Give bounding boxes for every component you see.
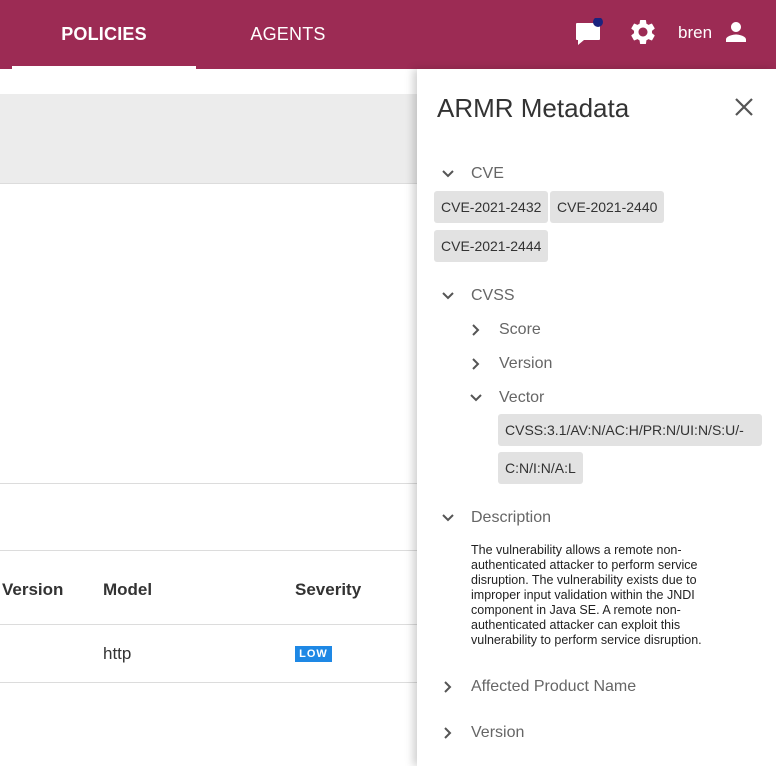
chevron-right-icon: [444, 727, 452, 739]
chevron-down-icon: [442, 170, 454, 178]
metadata-panel: ARMR Metadata CVE CVE-2021-2432 CVE-2021…: [417, 69, 776, 766]
chat-icon[interactable]: [574, 17, 604, 48]
user-icon[interactable]: [721, 17, 751, 47]
cve-chip[interactable]: CVE-2021-2444: [434, 230, 549, 262]
divider: [0, 624, 420, 625]
column-header-severity[interactable]: Severity: [295, 580, 361, 600]
section-version-label: Version: [471, 724, 525, 741]
cvss-version-header[interactable]: Version: [469, 355, 552, 373]
close-icon[interactable]: [733, 96, 755, 118]
cvss-score-header[interactable]: Score: [469, 321, 541, 339]
tab-policies[interactable]: POLICIES: [12, 0, 196, 69]
cvss-score-label: Score: [499, 321, 541, 338]
cvss-vector-label: Vector: [499, 389, 545, 406]
chevron-right-icon: [472, 324, 480, 336]
chevron-right-icon: [444, 681, 452, 693]
tab-agents[interactable]: AGENTS: [196, 0, 380, 69]
chevron-down-icon: [470, 394, 482, 402]
table-cell-model: http: [103, 644, 132, 663]
chevron-down-icon: [442, 514, 454, 522]
chevron-right-icon: [472, 358, 480, 370]
severity-badge: LOW: [295, 646, 332, 662]
tab-agents-label: AGENTS: [250, 24, 326, 44]
section-version-header[interactable]: Version: [441, 724, 524, 742]
chevron-down-icon: [442, 292, 454, 300]
section-cvss-header[interactable]: CVSS: [441, 287, 515, 305]
column-header-model[interactable]: Model: [103, 580, 152, 600]
cve-chip[interactable]: CVE-2021-2432: [434, 191, 549, 223]
description-text: The vulnerability allows a remote non-au…: [471, 543, 702, 647]
section-cvss-label: CVSS: [471, 287, 515, 304]
divider: [0, 483, 420, 484]
column-header-version[interactable]: Version: [2, 580, 63, 600]
cvss-version-label: Version: [499, 355, 553, 372]
section-affected-product-header[interactable]: Affected Product Name: [441, 678, 636, 696]
divider: [0, 183, 420, 184]
cvss-vector-chip[interactable]: C:N/I:N/A:L: [498, 452, 583, 484]
divider: [0, 550, 420, 551]
cvss-vector-chip[interactable]: CVSS:3.1/AV:N/AC:H/PR:N/UI:N/S:U/-: [498, 414, 762, 446]
section-cve-label: CVE: [471, 165, 504, 182]
user-name[interactable]: bren: [678, 23, 712, 43]
gear-icon[interactable]: [628, 17, 658, 47]
header-band: [0, 94, 420, 183]
section-description-label: Description: [471, 509, 552, 526]
section-description-header[interactable]: Description: [441, 509, 551, 527]
divider: [0, 682, 420, 683]
panel-title: ARMR Metadata: [437, 93, 630, 123]
section-cve-header[interactable]: CVE: [441, 165, 504, 183]
active-tab-indicator: [12, 66, 196, 69]
cvss-vector-header[interactable]: Vector: [469, 389, 544, 407]
top-app-bar: POLICIES AGENTS bren: [0, 0, 776, 69]
section-affected-product-label: Affected Product Name: [471, 678, 637, 695]
cve-chip[interactable]: CVE-2021-2440: [550, 191, 665, 223]
tab-policies-label: POLICIES: [61, 24, 147, 44]
